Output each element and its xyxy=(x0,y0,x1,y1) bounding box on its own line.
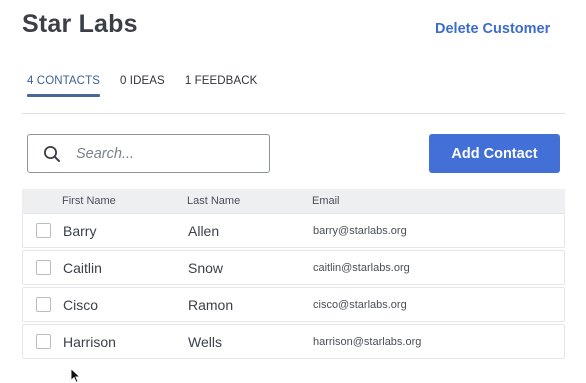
email-cell: cisco@starlabs.org xyxy=(313,298,407,311)
table-row[interactable]: Caitlin Snow caitlin@starlabs.org xyxy=(22,250,565,285)
search-icon xyxy=(42,144,62,164)
contacts-table: First Name Last Name Email Barry Allen b… xyxy=(22,189,565,359)
row-checkbox[interactable] xyxy=(36,260,51,275)
table-row[interactable]: Harrison Wells harrison@starlabs.org xyxy=(22,324,565,359)
email-cell: barry@starlabs.org xyxy=(313,224,407,237)
tabs-divider xyxy=(22,113,565,114)
table-body: Barry Allen barry@starlabs.org Caitlin S… xyxy=(22,213,565,359)
tab-feedback[interactable]: 1 FEEDBACK xyxy=(185,75,258,97)
tab-ideas[interactable]: 0 IDEAS xyxy=(120,75,165,97)
row-checkbox[interactable] xyxy=(36,297,51,312)
last-name-cell: Wells xyxy=(188,333,222,350)
page-title: Star Labs xyxy=(22,10,138,38)
last-name-cell: Snow xyxy=(188,259,224,276)
first-name-cell: Harrison xyxy=(63,333,116,350)
first-name-cell: Cisco xyxy=(63,296,99,313)
email-cell: harrison@starlabs.org xyxy=(313,335,422,348)
table-row[interactable]: Barry Allen barry@starlabs.org xyxy=(22,213,565,248)
first-name-cell: Caitlin xyxy=(63,259,102,276)
column-header-first-name[interactable]: First Name xyxy=(62,195,116,207)
mouse-cursor-icon xyxy=(70,368,82,383)
row-checkbox[interactable] xyxy=(36,223,51,238)
table-header: First Name Last Name Email xyxy=(22,189,565,213)
row-checkbox[interactable] xyxy=(36,334,51,349)
tab-contacts[interactable]: 4 CONTACTS xyxy=(27,75,100,97)
table-row[interactable]: Cisco Ramon cisco@starlabs.org xyxy=(22,287,565,322)
add-contact-button[interactable]: Add Contact xyxy=(429,134,560,173)
last-name-cell: Ramon xyxy=(188,296,234,313)
last-name-cell: Allen xyxy=(188,222,220,239)
delete-customer-link[interactable]: Delete Customer xyxy=(435,21,550,37)
email-cell: caitlin@starlabs.org xyxy=(313,261,410,274)
search-input[interactable] xyxy=(76,145,246,162)
column-header-email[interactable]: Email xyxy=(312,195,340,207)
first-name-cell: Barry xyxy=(63,222,97,239)
search-box[interactable] xyxy=(27,134,270,173)
tab-bar: 4 CONTACTS 0 IDEAS 1 FEEDBACK xyxy=(27,75,277,97)
column-header-last-name[interactable]: Last Name xyxy=(187,195,240,207)
